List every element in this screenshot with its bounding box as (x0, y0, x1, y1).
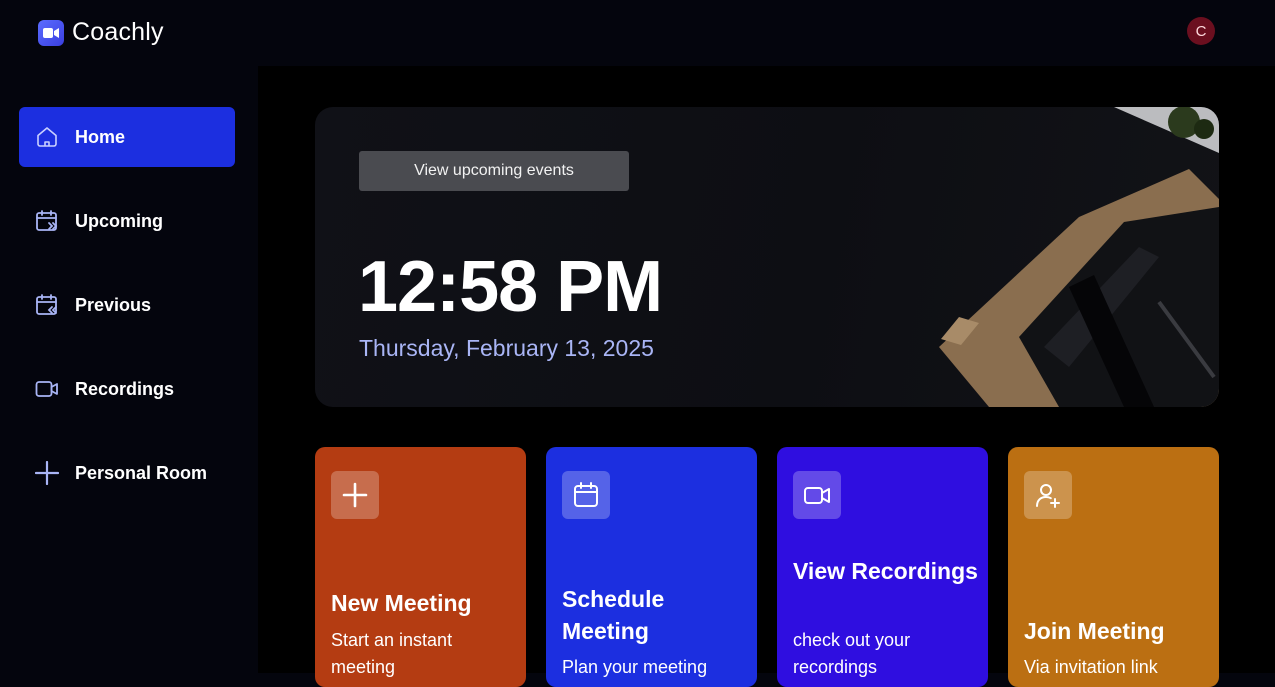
sidebar-item-previous[interactable]: Previous (19, 275, 235, 335)
sidebar-item-personal-room[interactable]: Personal Room (19, 443, 235, 503)
view-upcoming-events-button[interactable]: View upcoming events (359, 151, 629, 191)
view-recordings-card[interactable]: View Recordings check out your recording… (777, 447, 988, 687)
join-meeting-card[interactable]: Join Meeting Via invitation link (1008, 447, 1219, 687)
user-avatar[interactable]: C (1187, 17, 1215, 45)
card-title: View Recordings (793, 558, 978, 584)
video-icon (35, 377, 59, 401)
hero-banner: View upcoming events 12:58 PM Thursday, … (315, 107, 1219, 407)
sidebar: Home Upcoming Previous Recordings Person… (0, 66, 258, 673)
plus-icon (331, 471, 379, 519)
card-subtitle: Plan your meeting (562, 657, 708, 677)
calendar-icon (562, 471, 610, 519)
card-subtitle: Via invitation link (1024, 657, 1158, 677)
main-content: View upcoming events 12:58 PM Thursday, … (258, 66, 1275, 687)
card-title: New Meeting (331, 590, 472, 616)
logo-video-icon (38, 19, 64, 46)
sidebar-item-label: Recordings (75, 378, 175, 399)
new-meeting-card[interactable]: New Meeting Start an instant meeting (315, 447, 526, 687)
sidebar-item-label: Home (75, 126, 126, 147)
video-icon (793, 471, 841, 519)
home-icon (35, 125, 59, 149)
current-date: Thursday, February 13, 2025 (359, 335, 654, 361)
calendar-forward-icon (35, 209, 59, 233)
app-name: Coachly (72, 18, 164, 46)
app-logo[interactable]: Coachly (38, 18, 164, 47)
card-title: Schedule Meeting (562, 586, 665, 644)
sidebar-item-recordings[interactable]: Recordings (19, 359, 235, 419)
sidebar-item-upcoming[interactable]: Upcoming (19, 191, 235, 251)
sidebar-item-label: Previous (75, 294, 152, 315)
card-title: Join Meeting (1024, 618, 1165, 644)
plus-icon (35, 461, 59, 485)
calendar-back-icon (35, 293, 59, 317)
sidebar-item-label: Personal Room (75, 462, 208, 483)
top-navbar: Coachly C (0, 0, 1275, 66)
user-plus-icon (1024, 471, 1072, 519)
sidebar-item-home[interactable]: Home (19, 107, 235, 167)
current-time: 12:58 PM (358, 247, 663, 327)
notebook-decoration (939, 107, 1219, 407)
sidebar-item-label: Upcoming (75, 210, 163, 231)
schedule-meeting-card[interactable]: Schedule Meeting Plan your meeting (546, 447, 757, 687)
